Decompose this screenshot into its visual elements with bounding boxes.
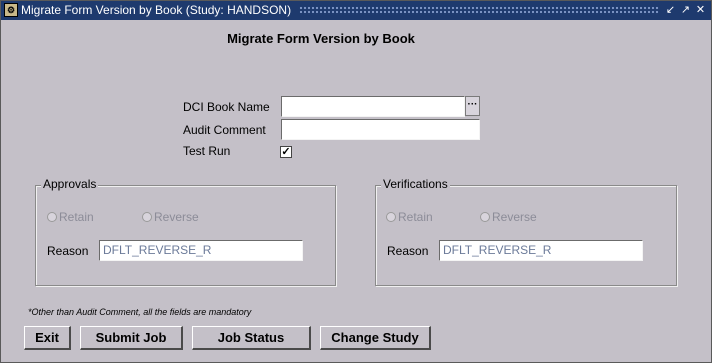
exit-button[interactable]: Exit: [24, 326, 71, 350]
list-of-values-button[interactable]: ···: [465, 96, 480, 116]
verifications-title: Verifications: [381, 177, 450, 191]
close-icon[interactable]: ✕: [694, 3, 707, 17]
verifications-retain-label: Retain: [398, 210, 433, 224]
verifications-retain-radio[interactable]: Retain: [386, 210, 433, 224]
verifications-reverse-label: Reverse: [492, 210, 537, 224]
audit-comment-label: Audit Comment: [183, 123, 266, 137]
submit-job-button[interactable]: Submit Job: [80, 326, 183, 350]
title-bar[interactable]: ⚙ Migrate Form Version by Book (Study: H…: [1, 1, 711, 20]
approvals-reverse-label: Reverse: [154, 210, 199, 224]
test-run-checkbox[interactable]: ✓: [280, 146, 292, 158]
minimize-icon[interactable]: ↙: [664, 3, 677, 17]
radio-icon: [386, 212, 396, 222]
page-title: Migrate Form Version by Book: [227, 31, 415, 46]
maximize-icon[interactable]: ↗: [679, 3, 692, 17]
audit-comment-field[interactable]: [281, 119, 480, 140]
verifications-group: [375, 185, 677, 286]
migrate-form-window: ⚙ Migrate Form Version by Book (Study: H…: [0, 0, 712, 363]
radio-icon: [142, 212, 152, 222]
approvals-retain-label: Retain: [59, 210, 94, 224]
test-run-label: Test Run: [183, 144, 231, 158]
approvals-group: [35, 185, 336, 286]
verifications-reason-label: Reason: [387, 244, 429, 258]
job-status-button[interactable]: Job Status: [192, 326, 311, 350]
window-title: Migrate Form Version by Book (Study: HAN…: [21, 3, 292, 17]
approvals-title: Approvals: [41, 177, 99, 191]
radio-icon: [47, 212, 57, 222]
approvals-reason-field[interactable]: DFLT_REVERSE_R: [99, 240, 303, 261]
verifications-reverse-radio[interactable]: Reverse: [480, 210, 537, 224]
app-icon: ⚙: [4, 3, 18, 17]
dci-book-name-field[interactable]: [281, 96, 465, 117]
approvals-retain-radio[interactable]: Retain: [47, 210, 94, 224]
radio-icon: [480, 212, 490, 222]
verifications-reason-field[interactable]: DFLT_REVERSE_R: [439, 240, 643, 261]
approvals-reason-label: Reason: [47, 244, 89, 258]
change-study-button[interactable]: Change Study: [320, 326, 431, 350]
dci-book-name-label: DCI Book Name: [183, 100, 270, 114]
mandatory-fields-note: *Other than Audit Comment, all the field…: [28, 307, 252, 317]
title-bar-pattern: [299, 6, 659, 15]
approvals-reverse-radio[interactable]: Reverse: [142, 210, 199, 224]
